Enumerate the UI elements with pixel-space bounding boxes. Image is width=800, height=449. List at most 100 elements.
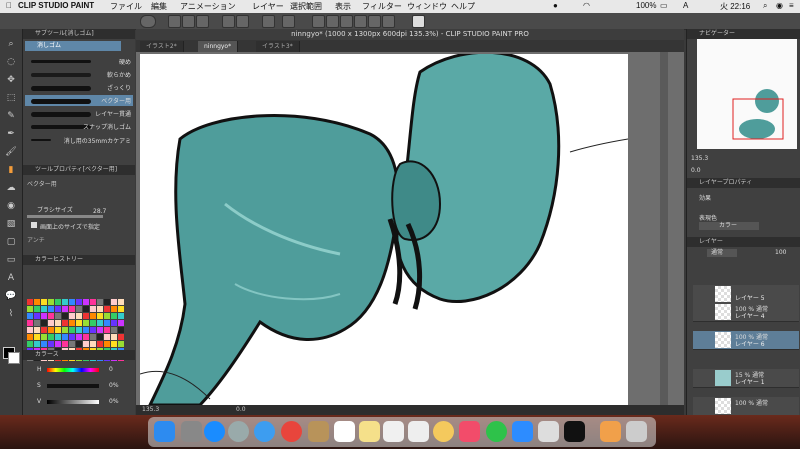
open-icon[interactable] bbox=[182, 15, 195, 28]
drawing-canvas[interactable] bbox=[139, 52, 629, 405]
color-history-swatch[interactable] bbox=[104, 327, 110, 333]
menu-filter[interactable]: フィルター bbox=[362, 1, 402, 12]
deselect-icon[interactable] bbox=[340, 15, 353, 28]
selection-tool-icon[interactable]: ⬚ bbox=[4, 91, 18, 105]
color-history-swatch[interactable] bbox=[62, 306, 68, 312]
photos-icon[interactable] bbox=[433, 421, 454, 442]
clip-studio-icon[interactable] bbox=[538, 421, 559, 442]
color-history-swatch[interactable] bbox=[34, 313, 40, 319]
color-history-swatch[interactable] bbox=[48, 306, 54, 312]
color-history-swatch[interactable] bbox=[97, 334, 103, 340]
color-history-swatch[interactable] bbox=[62, 334, 68, 340]
color-history-swatch[interactable] bbox=[69, 299, 75, 305]
color-history-swatch[interactable] bbox=[90, 313, 96, 319]
color-history-swatch[interactable] bbox=[118, 306, 124, 312]
color-history-swatch[interactable] bbox=[83, 299, 89, 305]
color-history-swatch[interactable] bbox=[41, 306, 47, 312]
canvas-rotation-value[interactable]: 0.0 bbox=[236, 406, 246, 413]
color-history-swatch[interactable] bbox=[34, 341, 40, 347]
color-history-swatch[interactable] bbox=[111, 327, 117, 333]
menu-file[interactable]: ファイル bbox=[110, 1, 142, 12]
color-history-swatch[interactable] bbox=[48, 334, 54, 340]
menu-animation[interactable]: アニメーション bbox=[180, 1, 236, 12]
color-history-swatch[interactable] bbox=[76, 306, 82, 312]
color-history-swatch[interactable] bbox=[83, 327, 89, 333]
color-history-swatch[interactable] bbox=[111, 334, 117, 340]
color-history-swatch[interactable] bbox=[27, 306, 33, 312]
navigator-rotation[interactable]: 0.0 bbox=[691, 167, 701, 174]
save-icon[interactable] bbox=[196, 15, 209, 28]
color-history-swatch[interactable] bbox=[48, 299, 54, 305]
tab-ninngyo[interactable]: ninngyo* bbox=[198, 41, 239, 52]
color-history-swatch[interactable] bbox=[118, 327, 124, 333]
pen-tool-icon[interactable]: ✒ bbox=[4, 127, 18, 141]
color-history-swatch[interactable] bbox=[76, 299, 82, 305]
color-history-swatch[interactable] bbox=[34, 334, 40, 340]
color-history-swatch[interactable] bbox=[48, 320, 54, 326]
color-history-swatch[interactable] bbox=[90, 334, 96, 340]
line-icon[interactable] bbox=[486, 421, 507, 442]
sub-color-swatch[interactable] bbox=[8, 352, 20, 364]
app-store-icon[interactable] bbox=[204, 421, 225, 442]
subtool-group-tab[interactable]: 消しゴム bbox=[25, 41, 121, 51]
color-history-swatch[interactable] bbox=[118, 299, 124, 305]
preview-app-icon[interactable] bbox=[408, 421, 429, 442]
saturation-slider[interactable] bbox=[47, 384, 99, 388]
tab-illust3[interactable]: イラスト3* bbox=[256, 41, 300, 52]
redo-icon[interactable] bbox=[236, 15, 249, 28]
brush-item-tone[interactable]: 消し用の35mmカケアミ bbox=[25, 135, 133, 146]
notes-icon[interactable] bbox=[359, 421, 380, 442]
color-history-swatch[interactable] bbox=[34, 306, 40, 312]
control-center-icon[interactable]: ≡ bbox=[789, 1, 794, 10]
color-history-swatch[interactable] bbox=[83, 306, 89, 312]
color-history-swatch[interactable] bbox=[41, 313, 47, 319]
layer-row-5[interactable]: レイヤー 5 bbox=[693, 285, 799, 304]
color-history-swatch[interactable] bbox=[97, 341, 103, 347]
color-history-swatch[interactable] bbox=[111, 320, 117, 326]
figure-tool-icon[interactable]: ▢ bbox=[4, 235, 18, 249]
layer-row-4[interactable]: 100 % 通常 レイヤー 4 bbox=[693, 303, 799, 322]
navigator-preview[interactable] bbox=[697, 39, 797, 149]
color-history-swatch[interactable] bbox=[104, 299, 110, 305]
status-icon[interactable]: ● bbox=[553, 1, 558, 10]
color-history-swatch[interactable] bbox=[69, 306, 75, 312]
canvas-zoom-value[interactable]: 135.3 bbox=[142, 406, 159, 413]
color-history-swatch[interactable] bbox=[41, 341, 47, 347]
apple-icon[interactable]:  bbox=[6, 1, 12, 10]
value-slider[interactable] bbox=[47, 400, 99, 404]
color-history-swatch[interactable] bbox=[90, 341, 96, 347]
menu-window[interactable]: ウィンドウ bbox=[407, 1, 447, 12]
eyedropper-tool-icon[interactable]: ✎ bbox=[4, 109, 18, 123]
menu-selection[interactable]: 選択範囲 bbox=[290, 1, 322, 12]
menubar-clock[interactable]: 火 22:16 bbox=[720, 1, 750, 12]
color-history-swatch[interactable] bbox=[97, 327, 103, 333]
color-history-swatch[interactable] bbox=[104, 341, 110, 347]
color-history-swatch[interactable] bbox=[62, 327, 68, 333]
color-history-swatch[interactable] bbox=[41, 320, 47, 326]
layer-row-1[interactable]: 15 % 通常 レイヤー 1 bbox=[693, 369, 799, 388]
color-history-swatch[interactable] bbox=[118, 313, 124, 319]
brush-tool-icon[interactable]: 🖌 bbox=[4, 145, 18, 159]
canvas-vertical-scrollbar[interactable] bbox=[660, 52, 668, 405]
brush-item-rough[interactable]: ざっくり bbox=[25, 82, 133, 93]
brush-item-snap[interactable]: スナップ消しゴム bbox=[25, 121, 133, 132]
app-name[interactable]: CLIP STUDIO PAINT bbox=[18, 1, 94, 10]
tab-illust2[interactable]: イラスト2* bbox=[140, 41, 184, 52]
brush-item-vector[interactable]: ベクター用 bbox=[25, 95, 133, 106]
color-history-swatch[interactable] bbox=[69, 341, 75, 347]
brush-item-layer-through[interactable]: レイヤー貫通 bbox=[25, 108, 133, 119]
color-history-swatch[interactable] bbox=[27, 313, 33, 319]
brush-item-soft[interactable]: 軟らかめ bbox=[25, 69, 133, 80]
color-history-swatch[interactable] bbox=[83, 341, 89, 347]
clip-studio-icon[interactable] bbox=[140, 15, 156, 28]
brush-size-slider[interactable] bbox=[27, 215, 103, 218]
color-history-swatch[interactable] bbox=[62, 341, 68, 347]
color-history-swatch[interactable] bbox=[83, 313, 89, 319]
color-history-swatch[interactable] bbox=[76, 313, 82, 319]
color-history-swatch[interactable] bbox=[62, 313, 68, 319]
launchpad-icon[interactable] bbox=[228, 421, 249, 442]
color-history-swatch[interactable] bbox=[69, 334, 75, 340]
color-history-swatch[interactable] bbox=[69, 320, 75, 326]
color-history-swatch[interactable] bbox=[118, 341, 124, 347]
trash-icon[interactable] bbox=[626, 421, 647, 442]
